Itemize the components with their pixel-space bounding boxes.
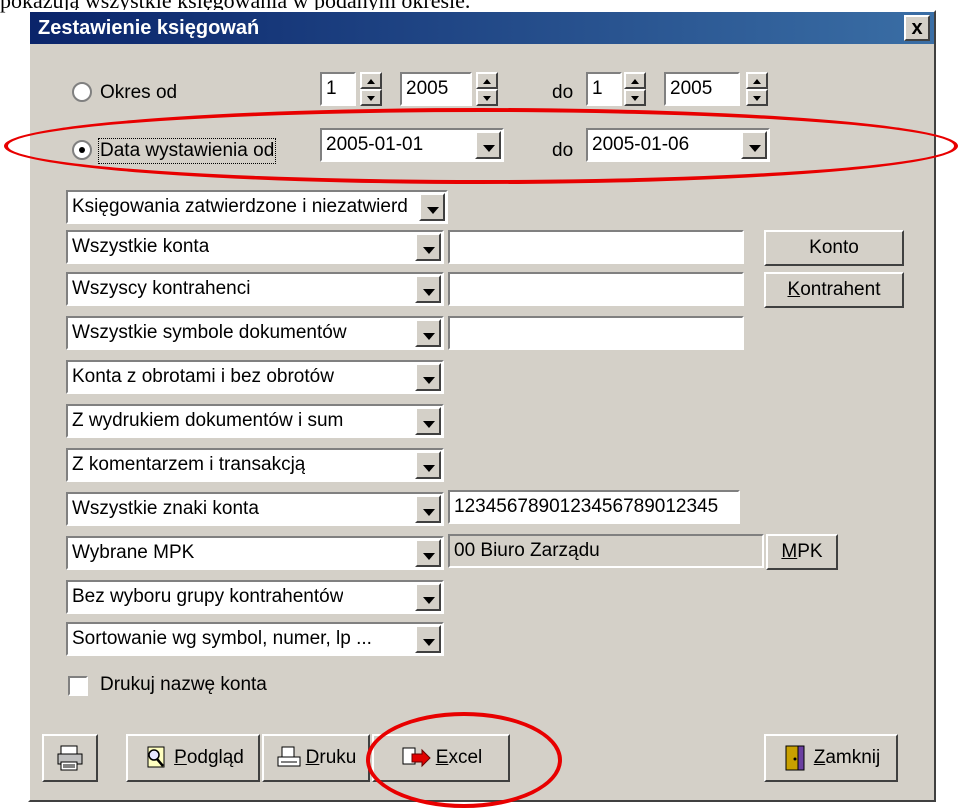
comment-dropdown[interactable]: Z komentarzem i transakcją: [66, 448, 444, 482]
period-radio[interactable]: [72, 82, 92, 102]
period-to-month-field[interactable]: 1: [586, 72, 622, 106]
mpk-dropdown[interactable]: Wybrane MPK: [66, 536, 444, 570]
postings-dropdown[interactable]: Księgowania zatwierdzone i niezatwierd: [66, 190, 448, 224]
close-button[interactable]: x: [904, 15, 930, 41]
kontrahent-button-label: ontrahent: [800, 279, 881, 300]
mpk-readonly-value: 00 Biuro Zarządu: [454, 540, 600, 561]
period-from-month-spinner[interactable]: [360, 72, 382, 106]
period-to-label: do: [552, 82, 574, 103]
door-exit-icon: [782, 743, 810, 773]
close-dialog-button-label: amknij: [825, 747, 881, 768]
period-to-month-spinner[interactable]: [624, 72, 646, 106]
konto-button[interactable]: Konto: [764, 230, 904, 266]
chevron-down-icon[interactable]: [415, 407, 441, 435]
account-chars-dropdown[interactable]: Wszystkie znaki konta: [66, 492, 444, 526]
accounts-value: Wszystkie konta: [72, 236, 210, 257]
preview-icon: [142, 744, 170, 772]
turnover-dropdown[interactable]: Konta z obrotami i bez obrotów: [66, 360, 444, 394]
konto-button-label: Konto: [809, 237, 859, 258]
annotation-ellipse-date-row: [4, 108, 958, 184]
contractors-input[interactable]: [448, 272, 744, 306]
mpk-button-label: PK: [797, 541, 823, 562]
account-chars-value: Wszystkie znaki konta: [72, 498, 259, 519]
preview-button-label: odgląd: [186, 747, 244, 768]
chevron-down-icon[interactable]: [415, 233, 441, 261]
chevron-down-icon[interactable]: [415, 495, 441, 523]
spin-up-icon[interactable]: [624, 72, 646, 89]
contractor-group-dropdown[interactable]: Bez wyboru grupy kontrahentów: [66, 580, 444, 614]
contractors-dropdown[interactable]: Wszyscy kontrahenci: [66, 272, 444, 306]
contractor-group-value: Bez wyboru grupy kontrahentów: [72, 586, 344, 607]
doc-symbols-input[interactable]: [448, 316, 744, 350]
printout-dropdown[interactable]: Z wydrukiem dokumentów i sum: [66, 404, 444, 438]
mpk-value: Wybrane MPK: [72, 542, 195, 563]
preview-button[interactable]: Podgląd: [126, 734, 260, 782]
doc-symbols-dropdown[interactable]: Wszystkie symbole dokumentów: [66, 316, 444, 350]
preview-accel: P: [174, 747, 187, 768]
period-label: Okres od: [100, 82, 178, 103]
printer-icon: [56, 744, 84, 772]
printer-setup-button[interactable]: [42, 734, 98, 782]
account-chars-input[interactable]: 12345678901234567890123​45: [448, 490, 740, 524]
period-from-year-spinner[interactable]: [476, 72, 498, 106]
period-to-year-value: 2005: [670, 78, 713, 99]
accounts-input[interactable]: [448, 230, 744, 264]
spin-down-icon[interactable]: [360, 89, 382, 106]
period-from-month-value: 1: [326, 78, 337, 99]
spin-up-icon[interactable]: [746, 72, 768, 89]
contractors-value: Wszyscy kontrahenci: [72, 278, 251, 299]
print-accel: D: [305, 747, 320, 768]
period-to-month-value: 1: [592, 78, 603, 99]
spin-down-icon[interactable]: [624, 89, 646, 106]
mpk-accel: M: [781, 541, 798, 562]
turnover-value: Konta z obrotami i bez obrotów: [72, 366, 334, 387]
print-account-name-checkbox[interactable]: [68, 676, 88, 696]
period-to-year-spinner[interactable]: [746, 72, 768, 106]
mpk-readonly-field: 00 Biuro Zarządu: [448, 534, 764, 568]
postings-value: Księgowania zatwierdzone i niezatwierd: [72, 196, 408, 217]
account-chars-input-value: 12345678901234567890123​45: [454, 496, 719, 517]
chevron-down-icon[interactable]: [415, 363, 441, 391]
chevron-down-icon[interactable]: [419, 193, 445, 221]
kontrahent-button[interactable]: Kontrahent: [764, 272, 904, 308]
kontrahent-accel: K: [787, 279, 801, 300]
print-account-name-label: Drukuj nazwę konta: [100, 674, 267, 695]
printout-value: Z wydrukiem dokumentów i sum: [72, 410, 344, 431]
chevron-down-icon[interactable]: [415, 451, 441, 479]
close-dialog-button[interactable]: Zamknij: [764, 734, 898, 782]
period-from-year-field[interactable]: 2005: [400, 72, 472, 106]
period-from-month-field[interactable]: 1: [320, 72, 356, 106]
window-title: Zestawienie księgowań: [30, 12, 934, 44]
period-from-year-value: 2005: [406, 78, 449, 99]
sorting-dropdown[interactable]: Sortowanie wg symbol, numer, lp ...: [66, 622, 444, 656]
chevron-down-icon[interactable]: [415, 583, 441, 611]
chevron-down-icon[interactable]: [415, 275, 441, 303]
spin-up-icon[interactable]: [476, 72, 498, 89]
chevron-down-icon[interactable]: [415, 539, 441, 567]
annotation-ellipse-excel: [366, 712, 562, 808]
spin-up-icon[interactable]: [360, 72, 382, 89]
accounts-dropdown[interactable]: Wszystkie konta: [66, 230, 444, 264]
chevron-down-icon[interactable]: [415, 319, 441, 347]
print-button-label: ruku: [319, 747, 357, 768]
comment-value: Z komentarzem i transakcją: [72, 454, 306, 475]
printer-icon: [276, 745, 302, 771]
mpk-button[interactable]: M PK: [766, 534, 838, 570]
spin-down-icon[interactable]: [476, 89, 498, 106]
period-to-year-field[interactable]: 2005: [664, 72, 740, 106]
chevron-down-icon[interactable]: [415, 625, 441, 653]
doc-symbols-value: Wszystkie symbole dokumentów: [72, 322, 347, 343]
sorting-value: Sortowanie wg symbol, numer, lp ...: [72, 628, 372, 649]
print-button[interactable]: Druku: [262, 734, 370, 782]
close-accel: Z: [813, 747, 826, 768]
spin-down-icon[interactable]: [746, 89, 768, 106]
